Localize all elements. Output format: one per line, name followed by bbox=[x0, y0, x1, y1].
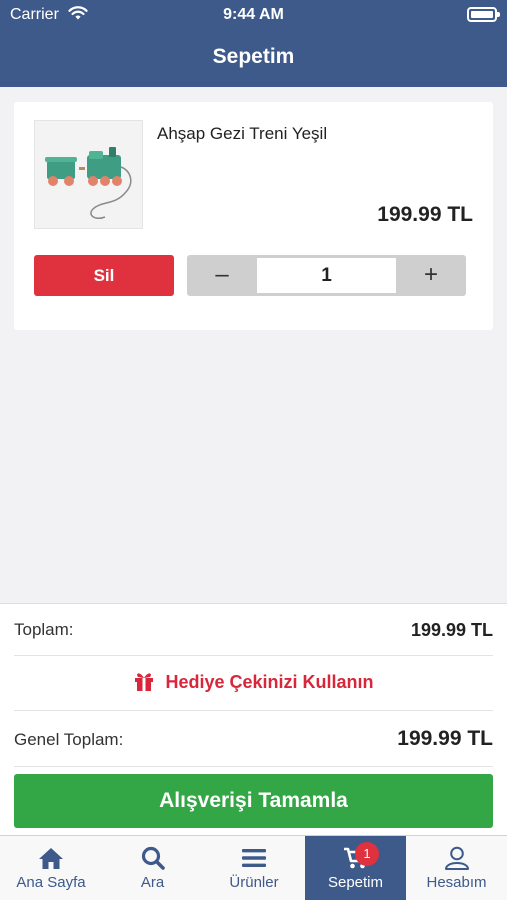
subtotal-value: 199.99 TL bbox=[410, 620, 493, 640]
subtotal-label: Toplam: bbox=[14, 620, 74, 639]
tab-label: Ürünler bbox=[229, 874, 279, 891]
tab-search[interactable]: Ara bbox=[102, 836, 203, 900]
grand-total-label: Genel Toplam: bbox=[14, 730, 124, 749]
tab-cart[interactable]: Sepetim 1 bbox=[305, 836, 406, 900]
status-bar: Carrier 9:44 AM bbox=[0, 0, 507, 30]
checkout-button[interactable]: Alışverişi Tamamla bbox=[14, 774, 493, 828]
tab-products[interactable]: Ürünler bbox=[203, 836, 305, 900]
battery-icon bbox=[467, 7, 500, 22]
order-summary: Toplam: 199.99 TL Hediye Çekinizi Kullan… bbox=[0, 603, 507, 835]
divider bbox=[14, 655, 493, 656]
tab-label: Hesabım bbox=[426, 874, 487, 891]
product-image[interactable] bbox=[34, 120, 143, 229]
grand-total-value: 199.99 TL bbox=[397, 727, 493, 750]
search-icon bbox=[141, 846, 165, 870]
cart-count-badge: 1 bbox=[355, 842, 379, 866]
tab-account[interactable]: Hesabım bbox=[406, 836, 507, 900]
tab-label: Ara bbox=[140, 874, 165, 891]
navigation-bar: Sepetim bbox=[0, 30, 507, 87]
page-title: Sepetim bbox=[212, 45, 295, 68]
gift-icon bbox=[135, 673, 154, 691]
user-icon bbox=[444, 846, 469, 870]
divider bbox=[14, 710, 493, 711]
gift-voucher-link[interactable]: Hediye Çekinizi Kullanın bbox=[0, 671, 507, 693]
tab-label: Ana Sayfa bbox=[16, 874, 86, 891]
tab-bar: Ana Sayfa Ara Ürünler Sepetim 1 Hesabım bbox=[0, 835, 507, 900]
delete-item-button[interactable]: Sil bbox=[34, 255, 174, 296]
cart-item-card: Ahşap Gezi Treni Yeşil 199.99 TL Sil – 1… bbox=[14, 102, 493, 330]
home-icon bbox=[39, 848, 63, 869]
tab-home[interactable]: Ana Sayfa bbox=[0, 836, 102, 900]
tab-label: Sepetim bbox=[327, 874, 384, 891]
product-name[interactable]: Ahşap Gezi Treni Yeşil bbox=[157, 124, 327, 144]
increase-quantity-button[interactable]: + bbox=[396, 255, 466, 296]
menu-icon bbox=[242, 849, 266, 867]
quantity-field[interactable]: 1 bbox=[257, 258, 396, 293]
divider bbox=[14, 766, 493, 767]
product-price: 199.99 TL bbox=[377, 203, 473, 226]
decrease-quantity-button[interactable]: – bbox=[187, 255, 257, 296]
gift-voucher-label[interactable]: Hediye Çekinizi Kullanın bbox=[165, 672, 373, 692]
quantity-stepper: – 1 + bbox=[187, 255, 466, 296]
clock: 9:44 AM bbox=[223, 6, 284, 23]
